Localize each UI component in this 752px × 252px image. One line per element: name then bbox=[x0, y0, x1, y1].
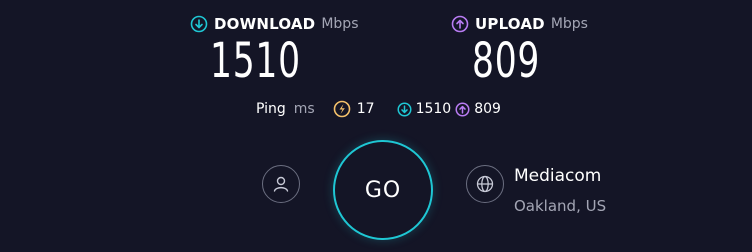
go-button[interactable]: GO bbox=[333, 140, 433, 240]
lightning-circle-icon bbox=[333, 100, 351, 118]
server-name[interactable]: Mediacom bbox=[514, 166, 601, 186]
upload-title: UPLOAD bbox=[475, 15, 545, 33]
upload-header: UPLOAD Mbps bbox=[451, 15, 588, 33]
ping-idle-value: 17 bbox=[356, 101, 375, 117]
ping-download-value: 1510 bbox=[415, 101, 452, 117]
go-button-label: GO bbox=[364, 177, 402, 203]
arrow-down-circle-icon bbox=[190, 15, 208, 33]
upload-value: 809 bbox=[472, 33, 541, 89]
arrow-down-circle-icon bbox=[397, 102, 412, 117]
arrow-up-circle-icon bbox=[451, 15, 469, 33]
user-button[interactable] bbox=[262, 165, 300, 203]
download-title: DOWNLOAD bbox=[214, 15, 316, 33]
server-button[interactable] bbox=[466, 165, 504, 203]
download-header: DOWNLOAD Mbps bbox=[190, 15, 359, 33]
ping-row: Ping ms 17 1510 809 bbox=[256, 100, 501, 118]
ping-upload-value: 809 bbox=[474, 101, 501, 117]
ping-label: Ping bbox=[256, 101, 286, 117]
upload-unit: Mbps bbox=[550, 16, 588, 32]
ping-unit: ms bbox=[293, 101, 315, 117]
arrow-up-circle-icon bbox=[455, 102, 470, 117]
download-value: 1510 bbox=[210, 33, 301, 89]
download-unit: Mbps bbox=[321, 16, 359, 32]
server-location: Oakland, US bbox=[514, 197, 607, 215]
user-icon bbox=[271, 174, 291, 194]
globe-icon bbox=[475, 174, 495, 194]
